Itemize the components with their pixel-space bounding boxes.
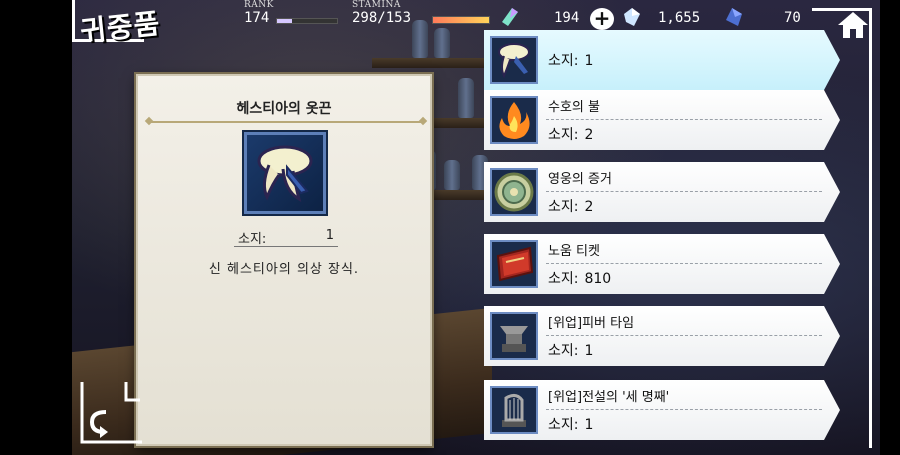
anvil-statue-icon [500, 326, 528, 352]
shard-icon [726, 8, 742, 26]
item-owned-value: 1 [584, 53, 594, 69]
tertiary-currency: 70 [784, 10, 801, 26]
item-owned-value: 2 [584, 127, 594, 143]
gem-icon [624, 8, 640, 26]
detail-item-name: 헤스티아의 옷끈 [236, 101, 332, 117]
item-owned-value: 1 [584, 343, 594, 359]
item-name: 수호의 불 [548, 100, 600, 115]
detail-owned-label: 소지: [238, 232, 267, 247]
rank-progress-fill [277, 19, 292, 23]
rank-label: RANK [244, 0, 274, 10]
status-bar: 귀중품 RANK 174 STAMINA 298/153 194 + 1,655… [72, 0, 880, 48]
item-icon-frame [490, 240, 538, 288]
ticket-icon [496, 246, 534, 282]
rank-value: 174 [244, 10, 270, 26]
item-owned-label: 소지: [548, 343, 579, 359]
item-owned: 소지: 2 [548, 196, 593, 216]
home-button[interactable] [836, 10, 870, 40]
owned-underline [234, 246, 338, 247]
buy-crystals-button[interactable]: + [590, 8, 614, 30]
item-owned-value: 810 [584, 271, 612, 287]
item-icon-frame [490, 312, 538, 360]
item-owned-label: 소지: [548, 417, 579, 433]
detail-owned-row: 소지: 1 [238, 228, 334, 247]
item-name: [위업]피버 타임 [548, 316, 635, 331]
item-detail-panel: 헤스티아의 옷끈 소지: 1 신 헤스티아의 의상 장식. [136, 74, 432, 446]
item-owned-value: 1 [584, 417, 594, 433]
stamina-value: 298/153 [352, 10, 412, 26]
secondary-currency: 1,655 [658, 10, 701, 26]
bottle [458, 78, 474, 118]
item-list-entry[interactable]: [위업]전설의 '세 명째' 소지: 1 [484, 380, 840, 440]
item-divider [546, 335, 822, 336]
item-list-entry[interactable]: [위업]피버 타임 소지: 1 [484, 306, 840, 366]
item-owned-value: 2 [584, 199, 594, 215]
stamina-label: STAMINA [352, 0, 401, 10]
item-list-entry[interactable]: 수호의 불 소지: 2 [484, 90, 840, 150]
ribbon-icon [257, 145, 313, 203]
detail-description: 신 헤스티아의 의상 장식. [208, 262, 360, 277]
item-name: 노움 티켓 [548, 244, 600, 259]
item-owned-label: 소지: [548, 127, 579, 143]
item-owned: 소지: 1 [548, 340, 593, 360]
item-owned-label: 소지: [548, 53, 579, 69]
item-owned-label: 소지: [548, 199, 579, 215]
screen-title: 귀중품 [78, 6, 162, 49]
item-list-entry[interactable]: 소지: 1 [484, 30, 840, 90]
stamina-fill [433, 17, 489, 23]
rank-progress-bar [276, 18, 338, 24]
item-name: [위업]전설의 '세 명째' [548, 390, 670, 405]
item-owned: 소지: 1 [548, 50, 593, 70]
flame-icon [499, 102, 530, 139]
ornamental-divider [150, 121, 422, 123]
stamina-bar [432, 16, 490, 24]
left-letterbox [0, 0, 72, 455]
item-divider [546, 191, 822, 192]
home-icon [838, 12, 868, 38]
detail-owned-value: 1 [325, 228, 334, 243]
item-icon-frame [490, 386, 538, 434]
bottle [444, 160, 460, 190]
item-icon-frame [490, 96, 538, 144]
detail-item-icon-frame [244, 132, 326, 214]
item-divider [546, 263, 822, 264]
item-owned: 소지: 1 [548, 414, 593, 434]
item-owned-label: 소지: [548, 271, 579, 287]
crystal-icon [502, 8, 518, 26]
item-list-entry[interactable]: 노움 티켓 소지: 810 [484, 234, 840, 294]
harp-statue-icon [502, 393, 526, 427]
back-arrow-icon [80, 382, 142, 444]
item-divider [546, 409, 822, 410]
back-button[interactable] [80, 380, 144, 446]
item-icon-frame [490, 168, 538, 216]
item-owned: 소지: 810 [548, 268, 611, 288]
right-letterbox [880, 0, 900, 455]
item-list-entry[interactable]: 영웅의 증거 소지: 2 [484, 162, 840, 222]
item-owned: 소지: 2 [548, 124, 593, 144]
crystal-count: 194 [554, 10, 580, 26]
item-name: 영웅의 증거 [548, 172, 612, 187]
item-divider [546, 119, 822, 120]
medal-icon [494, 172, 534, 212]
ribbon-icon [498, 43, 530, 79]
item-icon-frame [490, 36, 538, 84]
